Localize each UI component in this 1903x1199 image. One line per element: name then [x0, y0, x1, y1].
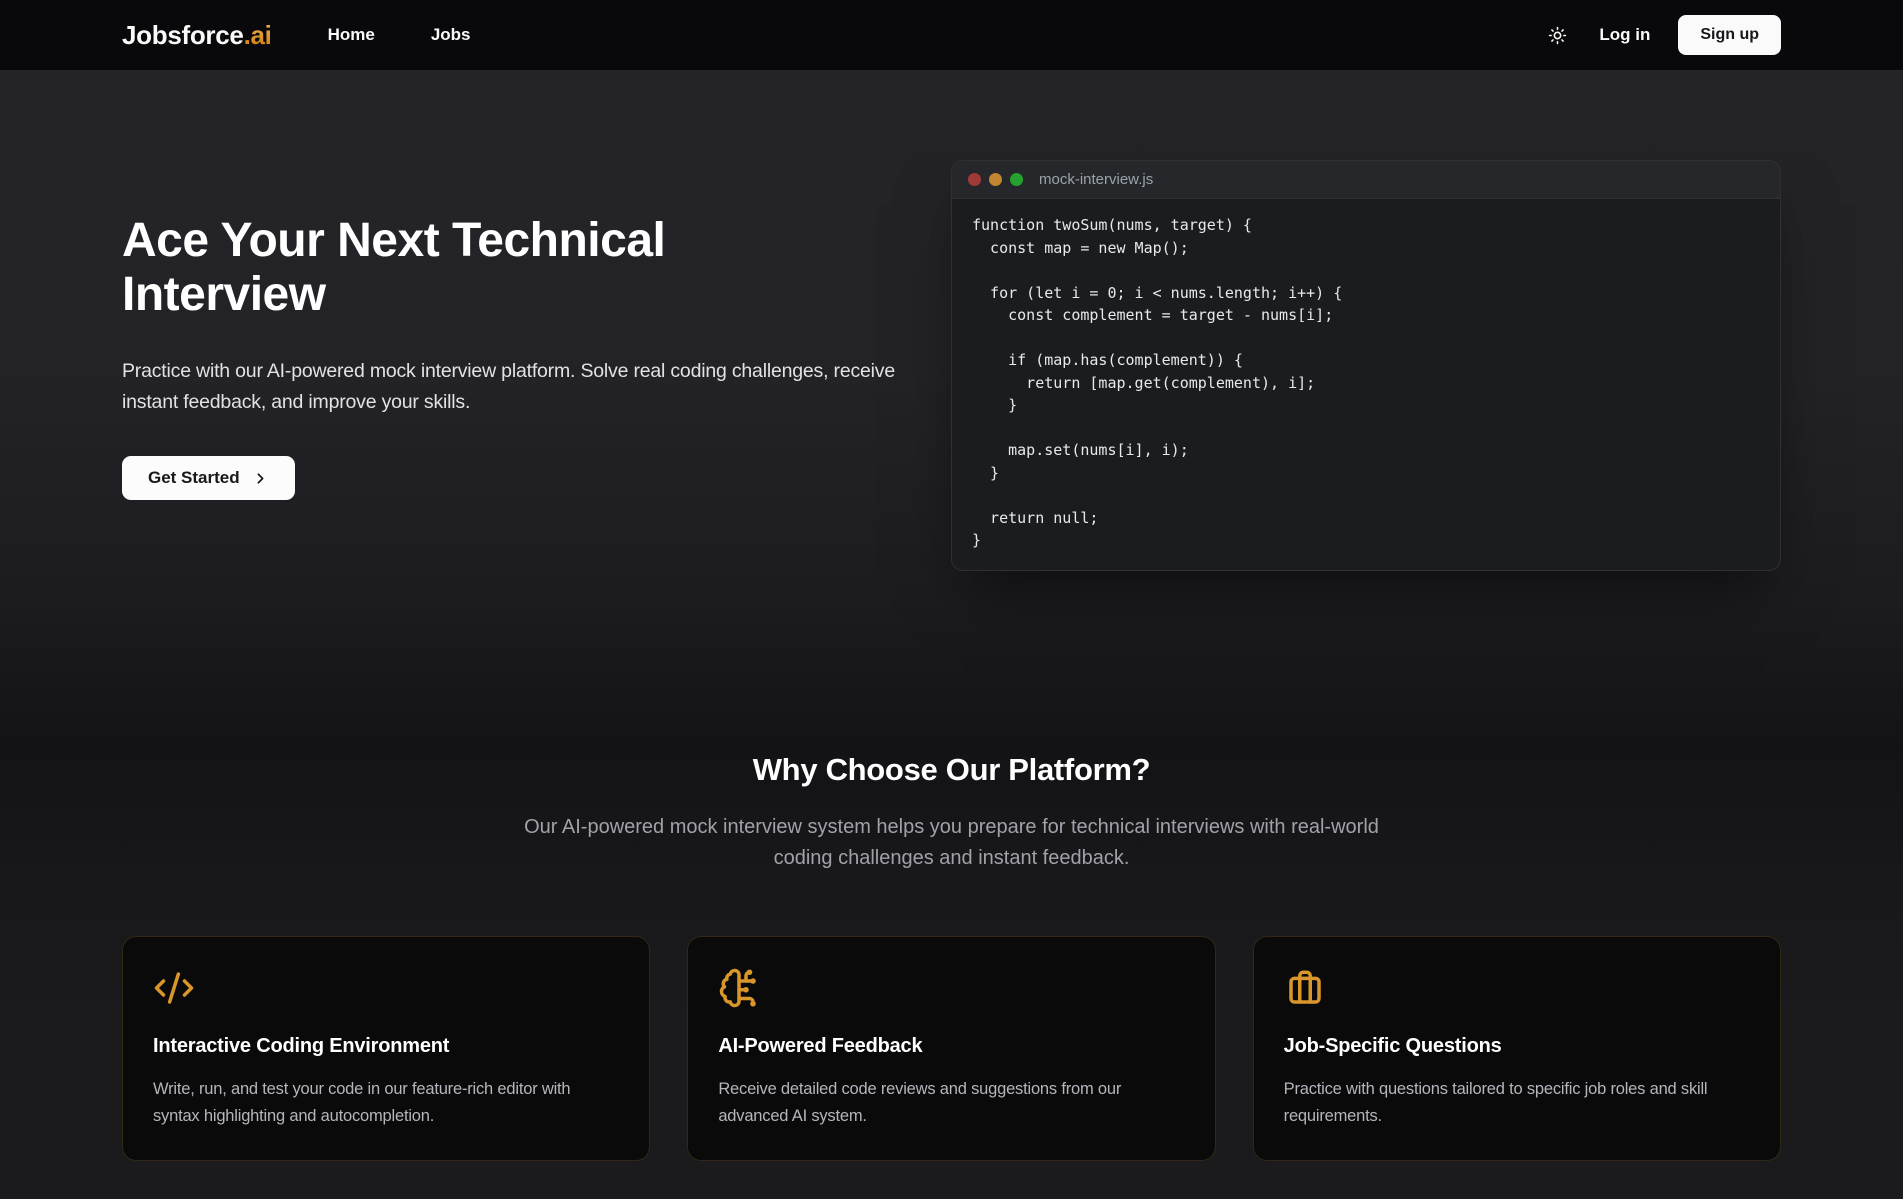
feature-cards: Interactive Coding Environment Write, ru…: [122, 936, 1781, 1161]
logo[interactable]: Jobsforce.ai: [122, 20, 272, 51]
code-window-titlebar: mock-interview.js: [952, 161, 1780, 199]
hero-title: Ace Your Next TechnicalInterview: [122, 214, 942, 322]
hero-description: Practice with our AI-powered mock interv…: [122, 356, 942, 418]
landing-page: Jobsforce.ai Home Jobs Log in Sign up: [0, 0, 1903, 1199]
maximize-dot-icon: [1010, 173, 1023, 186]
get-started-label: Get Started: [148, 468, 240, 488]
feature-card-ai-feedback: AI-Powered Feedback Receive detailed cod…: [687, 936, 1215, 1161]
chevron-right-icon: [252, 470, 269, 487]
minimize-dot-icon: [989, 173, 1002, 186]
feature-card-coding-environment: Interactive Coding Environment Write, ru…: [122, 936, 650, 1161]
brain-circuit-icon: [718, 967, 1184, 1009]
nav-link-home[interactable]: Home: [328, 25, 375, 45]
logo-name: Jobsforce: [122, 20, 244, 50]
feature-card-description: Write, run, and test your code in our fe…: [153, 1076, 619, 1130]
login-link[interactable]: Log in: [1599, 25, 1650, 45]
close-dot-icon: [968, 173, 981, 186]
code-xml-icon: [153, 967, 619, 1009]
features-title: Why Choose Our Platform?: [122, 750, 1781, 790]
get-started-button[interactable]: Get Started: [122, 456, 295, 500]
feature-card-job-questions: Job-Specific Questions Practice with que…: [1253, 936, 1781, 1161]
nav-link-jobs[interactable]: Jobs: [431, 25, 471, 45]
theme-toggle-button[interactable]: [1544, 22, 1571, 49]
hero-text-column: Ace Your Next TechnicalInterview Practic…: [122, 214, 942, 500]
features-subtitle: Our AI-powered mock interview system hel…: [512, 812, 1392, 874]
logo-suffix: .ai: [244, 20, 272, 50]
navbar: Jobsforce.ai Home Jobs Log in Sign up: [0, 0, 1903, 70]
sun-icon: [1548, 26, 1567, 45]
feature-card-title: Interactive Coding Environment: [153, 1035, 619, 1058]
code-editor-body: function twoSum(nums, target) { const ma…: [952, 199, 1780, 570]
feature-card-description: Receive detailed code reviews and sugges…: [718, 1076, 1184, 1130]
features-section: Why Choose Our Platform? Our AI-powered …: [0, 746, 1903, 1199]
hero-title-line2: Interview: [122, 268, 326, 321]
code-filename: mock-interview.js: [1039, 171, 1153, 188]
nav-links: Home Jobs: [328, 25, 471, 45]
feature-card-title: Job-Specific Questions: [1284, 1035, 1750, 1058]
signup-button[interactable]: Sign up: [1678, 15, 1781, 55]
code-editor-window: mock-interview.js function twoSum(nums, …: [951, 160, 1781, 571]
feature-card-description: Practice with questions tailored to spec…: [1284, 1076, 1750, 1130]
hero-section: Ace Your Next TechnicalInterview Practic…: [0, 70, 1903, 746]
code-content: function twoSum(nums, target) { const ma…: [972, 214, 1760, 552]
feature-card-title: AI-Powered Feedback: [718, 1035, 1184, 1058]
navbar-right: Log in Sign up: [1544, 15, 1781, 55]
hero-title-line1: Ace Your Next Technical: [122, 214, 665, 267]
briefcase-icon: [1284, 967, 1750, 1009]
